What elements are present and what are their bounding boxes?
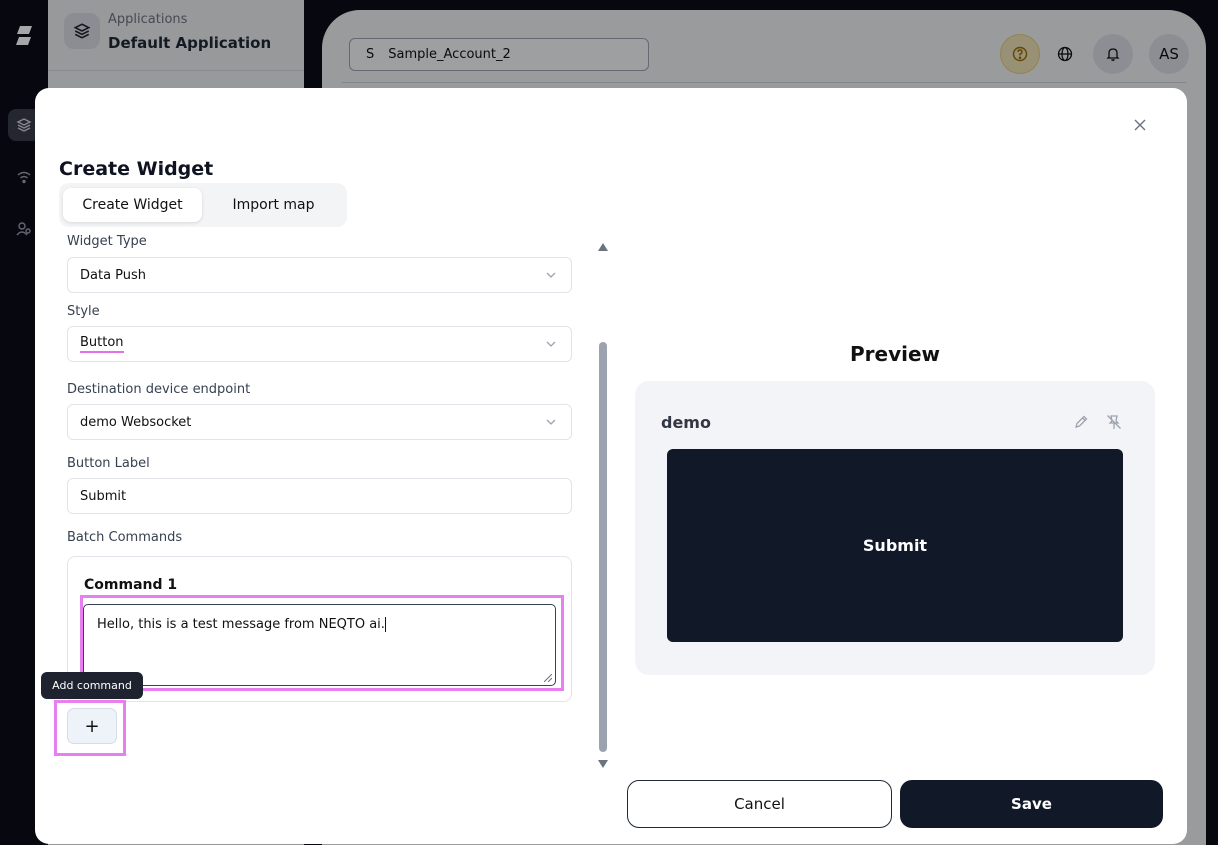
chevron-down-icon (546, 272, 556, 278)
preview-widget-name: demo (661, 413, 711, 432)
command-title: Command 1 (84, 577, 178, 593)
destination-select[interactable]: demo Websocket (67, 404, 572, 440)
widget-type-label: Widget Type (67, 234, 147, 249)
add-command-button[interactable]: + (67, 708, 117, 744)
add-command-tooltip: Add command (41, 672, 143, 699)
pencil-icon[interactable] (1073, 414, 1089, 430)
preview-heading: Preview (849, 342, 941, 366)
form-scrollbar-thumb[interactable] (599, 342, 607, 752)
preview-card: demo Submit (635, 381, 1155, 675)
widget-type-value: Data Push (80, 267, 147, 283)
close-button[interactable] (1121, 106, 1159, 144)
style-select[interactable]: Button (67, 326, 572, 362)
button-label-label: Button Label (67, 456, 150, 471)
chevron-down-icon (546, 419, 556, 425)
close-icon (1134, 119, 1146, 131)
destination-value: demo Websocket (80, 414, 192, 430)
command-text: Hello, this is a test message from NEQTO… (97, 617, 385, 632)
chevron-down-icon (546, 341, 556, 347)
tab-import-map[interactable]: Import map (204, 188, 343, 222)
destination-label: Destination device endpoint (67, 382, 251, 397)
button-label-input[interactable]: Submit (67, 478, 572, 514)
preview-submit-button[interactable]: Submit (667, 449, 1123, 642)
pin-off-icon[interactable] (1106, 414, 1122, 430)
button-label-value: Submit (80, 488, 127, 504)
text-cursor (384, 617, 386, 632)
widget-type-select[interactable]: Data Push (67, 257, 572, 293)
create-widget-modal: Create Widget Create Widget Import map W… (35, 88, 1187, 844)
cancel-button[interactable]: Cancel (627, 780, 892, 828)
save-button[interactable]: Save (900, 780, 1163, 828)
style-label: Style (67, 304, 100, 319)
tab-bar: Create Widget Import map (59, 183, 347, 227)
modal-title: Create Widget (59, 158, 214, 180)
resize-grip-icon[interactable] (544, 674, 552, 682)
scroll-up-arrow-icon[interactable] (598, 243, 608, 251)
style-value: Button (80, 335, 124, 353)
tab-create-widget[interactable]: Create Widget (63, 188, 202, 222)
batch-commands-label: Batch Commands (67, 530, 183, 545)
scroll-down-arrow-icon[interactable] (598, 760, 608, 768)
command-textarea[interactable]: Hello, this is a test message from NEQTO… (83, 604, 556, 686)
